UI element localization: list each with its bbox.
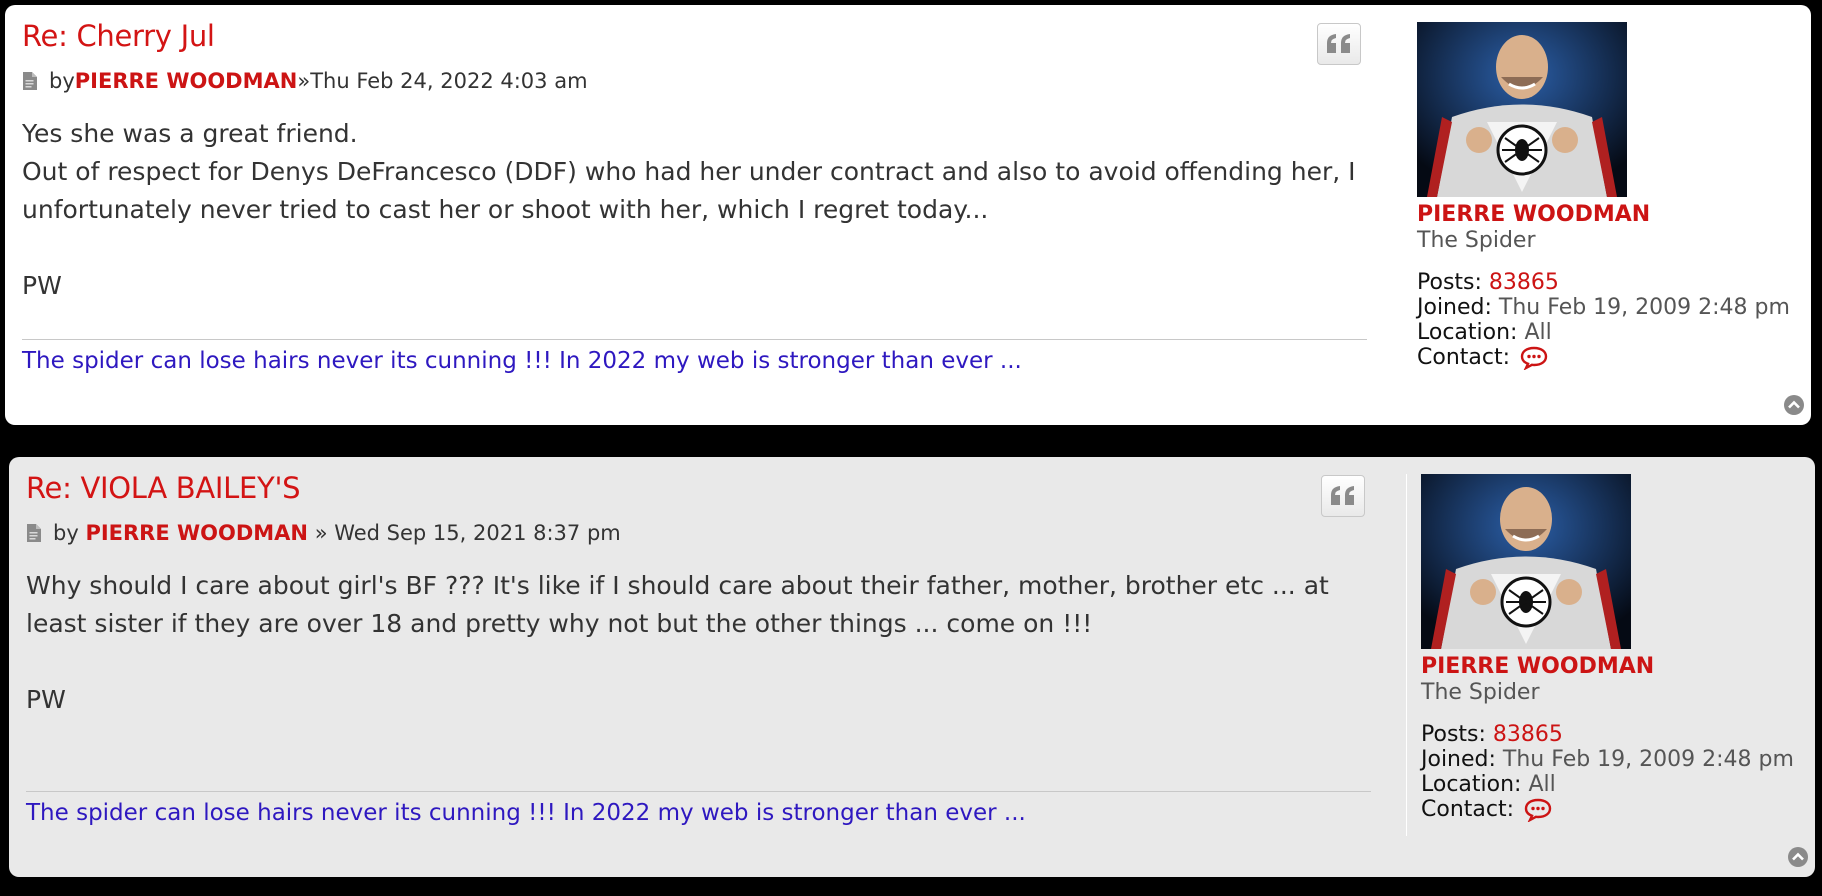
post-title[interactable]: Re: VIOLA BAILEY'S bbox=[26, 471, 301, 505]
quote-icon bbox=[1331, 486, 1354, 505]
joined-label: Joined: bbox=[1417, 295, 1492, 320]
post-byline: by PIERRE WOODMAN » Wed Sep 15, 2021 8:3… bbox=[26, 521, 621, 545]
profile-rank: The Spider bbox=[1417, 228, 1536, 253]
back-to-top-icon[interactable] bbox=[1783, 394, 1805, 416]
profile-username-link[interactable]: PIERRE WOODMAN bbox=[1421, 654, 1811, 680]
joined-label: Joined: bbox=[1421, 747, 1496, 772]
signature-divider bbox=[22, 339, 1367, 340]
joined-date: Thu Feb 19, 2009 2:48 pm bbox=[1502, 747, 1794, 772]
post-date: Thu Feb 24, 2022 4:03 am bbox=[310, 69, 588, 93]
quote-button[interactable] bbox=[1321, 475, 1365, 517]
post-byline: by PIERRE WOODMAN » Thu Feb 24, 2022 4:0… bbox=[22, 69, 588, 93]
profile-stats: Posts: 83865 Joined: Thu Feb 19, 2009 2:… bbox=[1417, 270, 1807, 370]
forum-post: Re: VIOLA BAILEY'S by PIERRE WOODMAN » W… bbox=[9, 457, 1815, 877]
location-label: Location: bbox=[1421, 772, 1522, 797]
posts-label: Posts: bbox=[1421, 722, 1486, 747]
posts-label: Posts: bbox=[1417, 270, 1482, 295]
post-title[interactable]: Re: Cherry Jul bbox=[22, 19, 215, 53]
byline-author-link[interactable]: PIERRE WOODMAN bbox=[85, 521, 308, 545]
profile-divider bbox=[1406, 474, 1407, 836]
speech-bubble-icon[interactable] bbox=[1524, 798, 1552, 822]
location-value: All bbox=[1524, 320, 1552, 345]
quote-icon bbox=[1327, 34, 1350, 53]
contact-label: Contact: bbox=[1417, 345, 1511, 370]
author-profile: PIERRE WOODMAN The Spider Posts: 83865 J… bbox=[1417, 22, 1807, 370]
back-to-top-icon[interactable] bbox=[1787, 846, 1809, 868]
author-avatar[interactable] bbox=[1417, 22, 1627, 197]
speech-bubble-icon[interactable] bbox=[1520, 346, 1548, 370]
byline-by: by bbox=[53, 521, 86, 545]
signature-divider bbox=[26, 791, 1371, 792]
joined-date: Thu Feb 19, 2009 2:48 pm bbox=[1498, 295, 1790, 320]
post-signature: The spider can lose hairs never its cunn… bbox=[26, 800, 1026, 826]
post-content-line: Yes she was a great friend. bbox=[22, 119, 358, 148]
post-signature: The spider can lose hairs never its cunn… bbox=[22, 348, 1022, 374]
post-document-icon[interactable] bbox=[22, 72, 37, 90]
profile-username-link[interactable]: PIERRE WOODMAN bbox=[1417, 202, 1807, 228]
post-content-line: Out of respect for Denys DeFrancesco (DD… bbox=[22, 157, 1356, 224]
location-label: Location: bbox=[1417, 320, 1518, 345]
byline-separator: » bbox=[308, 521, 335, 545]
forum-post: Re: Cherry Jul by PIERRE WOODMAN » Thu F… bbox=[5, 5, 1811, 425]
posts-count-link[interactable]: 83865 bbox=[1489, 270, 1559, 295]
post-content: Yes she was a great friend. Out of respe… bbox=[22, 115, 1362, 305]
byline-separator: » bbox=[297, 69, 311, 93]
profile-rank: The Spider bbox=[1421, 680, 1540, 705]
posts-count-link[interactable]: 83865 bbox=[1493, 722, 1563, 747]
byline-author-link[interactable]: PIERRE WOODMAN bbox=[75, 69, 298, 93]
author-avatar[interactable] bbox=[1421, 474, 1631, 649]
quote-button[interactable] bbox=[1317, 23, 1361, 65]
byline-by: by bbox=[49, 69, 75, 93]
post-content-line: Why should I care about girl's BF ??? It… bbox=[26, 571, 1329, 638]
post-content-line: PW bbox=[26, 685, 66, 714]
author-profile: PIERRE WOODMAN The Spider Posts: 83865 J… bbox=[1421, 474, 1811, 822]
post-content-line: PW bbox=[22, 271, 62, 300]
profile-stats: Posts: 83865 Joined: Thu Feb 19, 2009 2:… bbox=[1421, 722, 1811, 822]
post-document-icon[interactable] bbox=[26, 524, 41, 542]
post-date: Wed Sep 15, 2021 8:37 pm bbox=[334, 521, 621, 545]
post-content: Why should I care about girl's BF ??? It… bbox=[26, 567, 1386, 719]
contact-label: Contact: bbox=[1421, 797, 1515, 822]
location-value: All bbox=[1528, 772, 1556, 797]
